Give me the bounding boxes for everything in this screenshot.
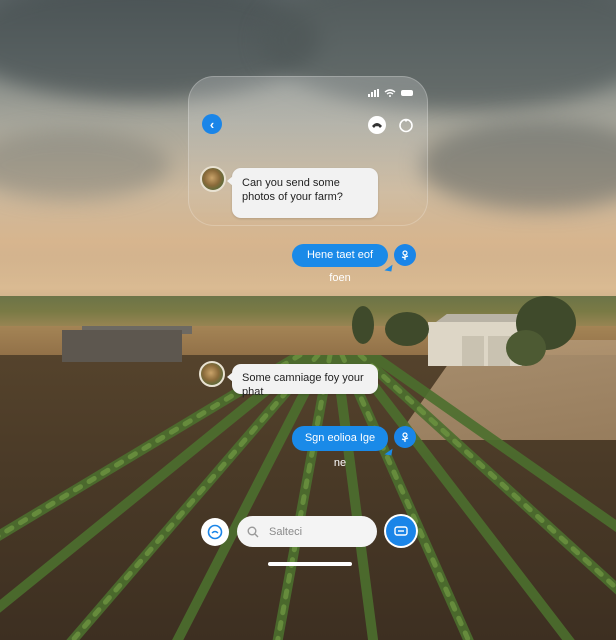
back-button[interactable]: ‹ bbox=[202, 114, 222, 134]
send-button[interactable] bbox=[386, 516, 416, 546]
message-bubble-outgoing[interactable]: Hene taet eof foen bbox=[292, 244, 388, 284]
flower-icon bbox=[401, 250, 409, 260]
phone-icon bbox=[372, 123, 382, 128]
emoji-icon bbox=[207, 524, 223, 540]
wifi-icon bbox=[384, 89, 396, 97]
call-button[interactable] bbox=[368, 116, 386, 134]
chevron-left-icon: ‹ bbox=[209, 116, 215, 132]
signal-bars-icon bbox=[368, 89, 379, 97]
emoji-button[interactable] bbox=[201, 518, 229, 546]
message-input-container[interactable] bbox=[237, 516, 377, 547]
flower-icon bbox=[401, 432, 409, 442]
status-bar bbox=[368, 89, 413, 97]
reaction-button[interactable] bbox=[394, 426, 416, 448]
tree bbox=[385, 312, 429, 346]
reaction-button[interactable] bbox=[394, 244, 416, 266]
send-icon bbox=[394, 526, 408, 536]
options-button[interactable] bbox=[397, 116, 415, 134]
battery-icon bbox=[401, 90, 413, 96]
message-bubble-incoming[interactable]: Some camniage foy your phat bbox=[227, 364, 378, 398]
home-indicator[interactable] bbox=[268, 562, 352, 566]
message-bubble-outgoing[interactable]: Sgn eolioa Ige ne bbox=[292, 426, 388, 469]
barn-door bbox=[462, 336, 484, 366]
message-input[interactable] bbox=[267, 524, 361, 539]
tree bbox=[352, 306, 374, 344]
search-icon bbox=[247, 526, 259, 537]
avatar[interactable] bbox=[200, 166, 226, 192]
shed bbox=[62, 330, 182, 362]
tree bbox=[506, 330, 546, 366]
circle-icon bbox=[399, 118, 413, 133]
avatar[interactable] bbox=[199, 361, 225, 387]
crop-rows bbox=[0, 355, 616, 640]
message-bubble-incoming[interactable]: Can you send some photos of your farm? bbox=[227, 168, 378, 218]
